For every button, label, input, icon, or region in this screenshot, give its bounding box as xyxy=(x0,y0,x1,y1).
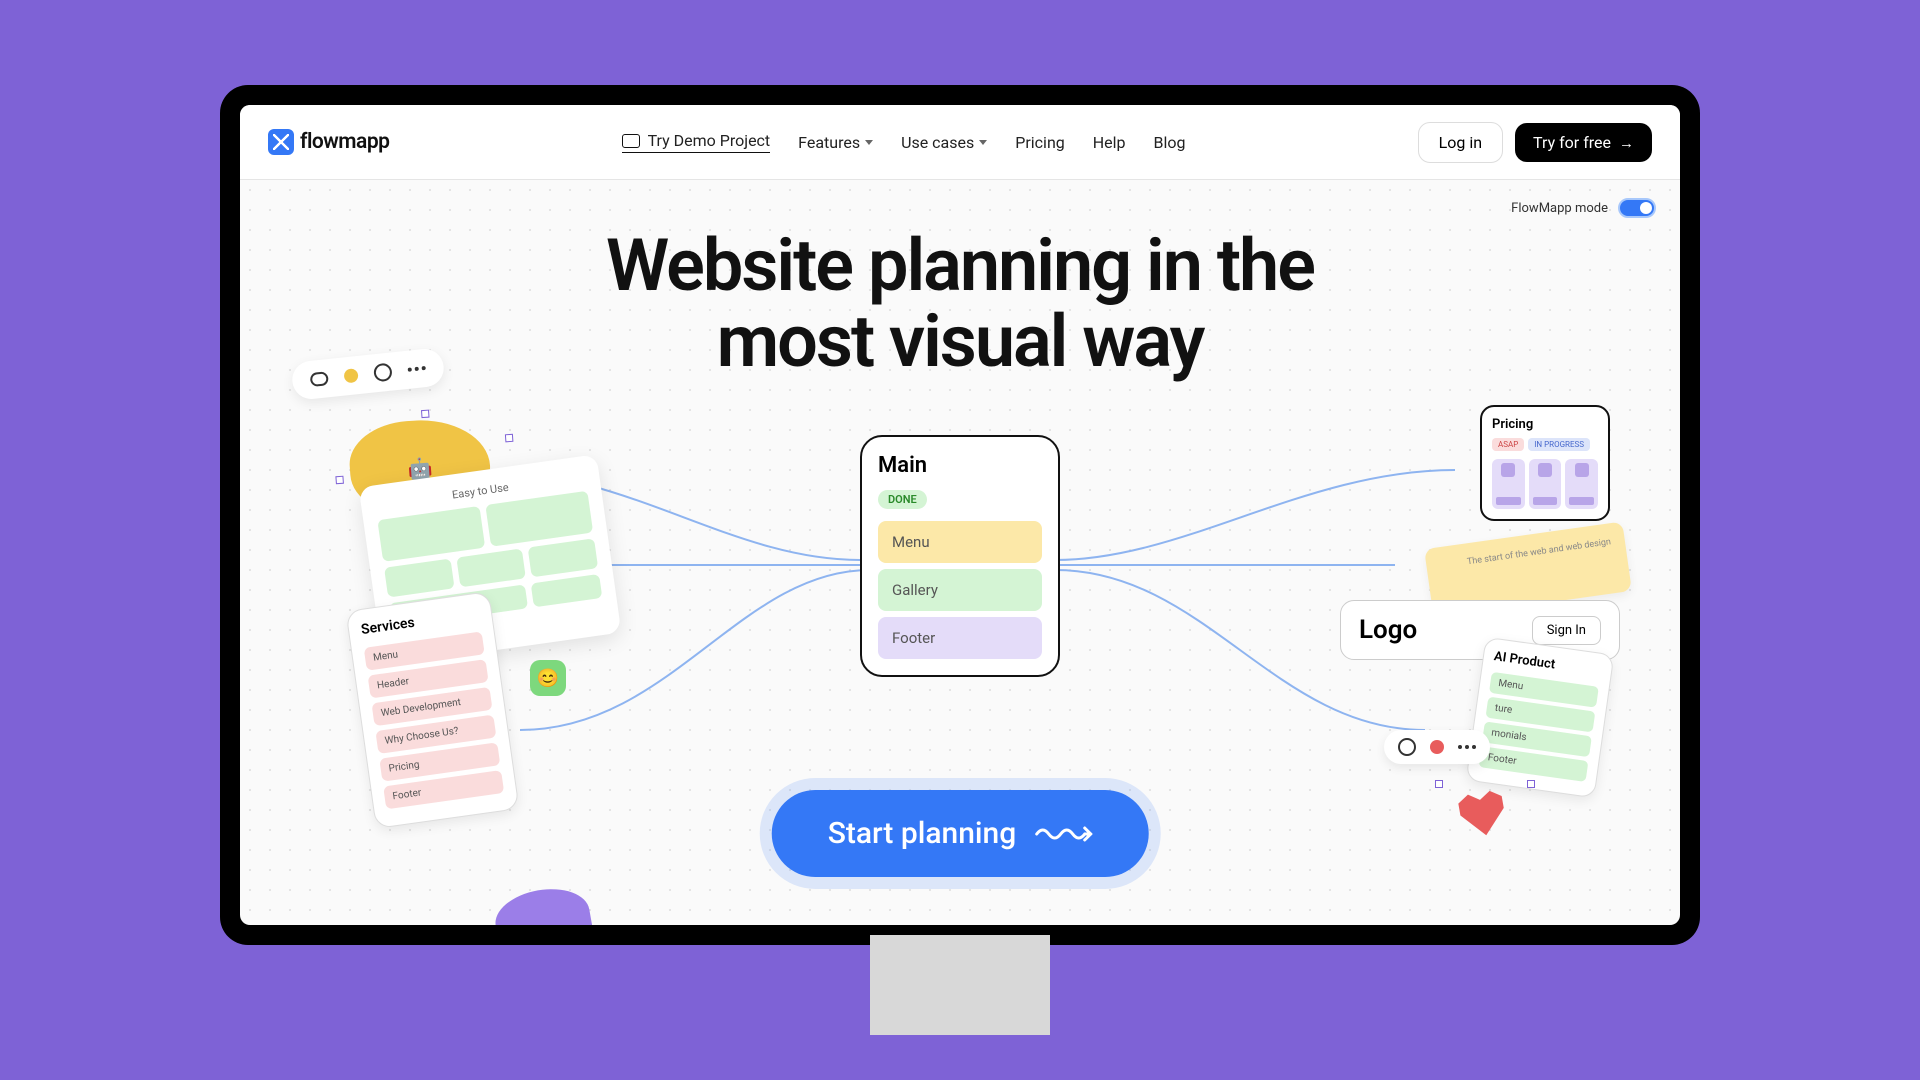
color-dot-icon[interactable] xyxy=(1430,740,1444,754)
selection-handle[interactable] xyxy=(335,476,344,485)
tryfree-button[interactable]: Try for free xyxy=(1515,123,1652,162)
nav-try-demo[interactable]: Try Demo Project xyxy=(622,131,771,153)
section-menu[interactable]: Menu xyxy=(878,521,1042,563)
nav-usecases-label: Use cases xyxy=(901,133,974,152)
purple-blob xyxy=(491,882,594,925)
logo-icon xyxy=(268,129,294,155)
selection-handle[interactable] xyxy=(1435,780,1443,788)
selection-handle[interactable] xyxy=(421,410,430,419)
tryfree-label: Try for free xyxy=(1533,133,1611,152)
pricing-card-title: Pricing xyxy=(1492,417,1598,432)
connector-line xyxy=(1055,550,1395,590)
signin-button[interactable]: Sign In xyxy=(1532,616,1601,645)
section-footer[interactable]: Footer xyxy=(878,617,1042,659)
emoji-icon[interactable] xyxy=(1398,738,1416,756)
main-card-title: Main xyxy=(878,453,1042,478)
selection-handle[interactable] xyxy=(1527,780,1535,788)
emoji-sticker: 😊 xyxy=(530,660,566,696)
chat-icon[interactable] xyxy=(310,371,329,387)
screen: flowmapp Try Demo Project Features Use c… xyxy=(240,105,1680,925)
ai-product-card: AI Product Menu ture monials Footer xyxy=(1466,637,1615,799)
mode-toggle[interactable] xyxy=(1618,198,1656,218)
tag-progress: IN PROGRESS xyxy=(1528,438,1590,451)
nav-center: Try Demo Project Features Use cases Pric… xyxy=(622,131,1186,153)
heart-icon xyxy=(1451,786,1513,843)
hero-line1: Website planning in the xyxy=(606,223,1314,308)
main-card[interactable]: Main DONE Menu Gallery Footer xyxy=(860,435,1060,677)
tag-asap: ASAP xyxy=(1492,438,1524,451)
color-dot-icon[interactable] xyxy=(343,368,358,383)
nav-features-label: Features xyxy=(798,133,860,152)
cta-label: Start planning xyxy=(828,816,1017,851)
pricing-tier xyxy=(1492,459,1525,509)
navbar: flowmapp Try Demo Project Features Use c… xyxy=(240,105,1680,180)
status-badge: DONE xyxy=(878,490,927,509)
pricing-tier xyxy=(1565,459,1598,509)
chevron-down-icon xyxy=(979,140,987,145)
squiggle-arrow-icon xyxy=(1034,824,1092,844)
nav-right: Log in Try for free xyxy=(1418,122,1652,163)
nav-usecases[interactable]: Use cases xyxy=(901,133,987,152)
nav-features[interactable]: Features xyxy=(798,133,873,152)
hero-title: Website planning in the most visual way xyxy=(240,180,1680,379)
pricing-card: Pricing ASAP IN PROGRESS xyxy=(1480,405,1610,521)
pricing-tier xyxy=(1529,459,1562,509)
hero-line2: most visual way xyxy=(717,299,1204,384)
heart-selection xyxy=(1435,780,1535,840)
logo-card-title: Logo xyxy=(1359,615,1417,645)
monitor-frame: flowmapp Try Demo Project Features Use c… xyxy=(220,85,1700,945)
services-card: Services Menu Header Web Development Why… xyxy=(345,591,519,829)
brand-logo[interactable]: flowmapp xyxy=(268,129,389,155)
hero-content: FlowMapp mode Website planning in the mo… xyxy=(240,180,1680,925)
chevron-down-icon xyxy=(865,140,873,145)
mode-toggle-row: FlowMapp mode xyxy=(1511,198,1656,218)
nav-pricing[interactable]: Pricing xyxy=(1015,133,1065,152)
demo-icon xyxy=(622,134,640,148)
nav-demo-label: Try Demo Project xyxy=(648,131,771,150)
nav-help[interactable]: Help xyxy=(1093,133,1126,152)
mode-label: FlowMapp mode xyxy=(1511,201,1608,216)
floating-toolbar-right xyxy=(1384,730,1490,764)
login-button[interactable]: Log in xyxy=(1418,122,1503,163)
more-icon[interactable] xyxy=(1458,745,1476,749)
nav-blog[interactable]: Blog xyxy=(1154,133,1186,152)
connector-line xyxy=(1055,460,1455,580)
start-planning-button[interactable]: Start planning xyxy=(772,790,1149,877)
brand-name: flowmapp xyxy=(300,130,389,154)
arrow-right-icon xyxy=(1619,133,1634,152)
selection-handle[interactable] xyxy=(505,434,514,443)
section-gallery[interactable]: Gallery xyxy=(878,569,1042,611)
more-icon[interactable] xyxy=(408,366,426,372)
emoji-icon[interactable] xyxy=(373,363,393,383)
monitor-stand xyxy=(870,935,1050,1035)
